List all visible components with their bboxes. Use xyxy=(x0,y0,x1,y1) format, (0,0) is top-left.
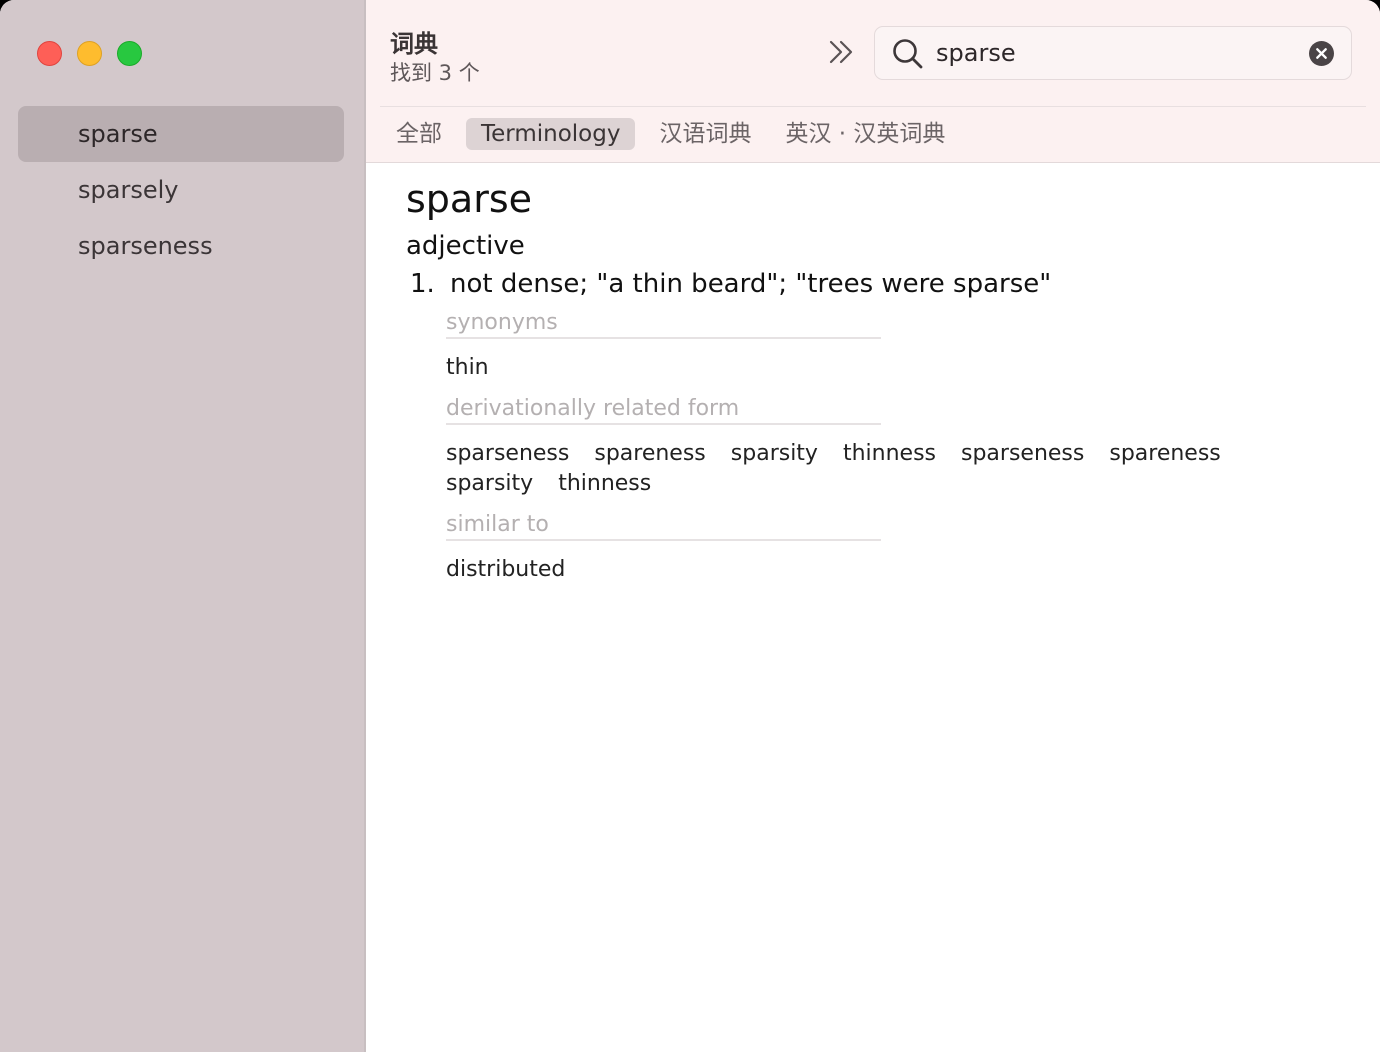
tab-english-chinese-dictionary[interactable]: 英汉 · 汉英词典 xyxy=(775,118,955,150)
related-form-link[interactable]: sparsity xyxy=(731,439,818,469)
synonyms-section: synonyms thin derivationally related for… xyxy=(446,309,1346,585)
zoom-window-button[interactable] xyxy=(117,41,142,66)
result-count: 找到 3 个 xyxy=(390,61,480,85)
minimize-window-button[interactable] xyxy=(77,41,102,66)
related-form-link[interactable]: thinness xyxy=(843,439,936,469)
related-form-link[interactable]: sparseness xyxy=(446,439,569,469)
part-of-speech: adjective xyxy=(406,231,525,261)
search-input[interactable] xyxy=(936,39,1296,67)
synonyms-list: thin xyxy=(446,353,1346,383)
definition-text: not dense; "a thin beard"; "trees were s… xyxy=(450,269,1052,299)
dictionary-tabs: 全部 Terminology 汉语词典 英汉 · 汉英词典 xyxy=(386,118,969,150)
headword: sparse xyxy=(406,177,533,221)
tab-all[interactable]: 全部 xyxy=(386,118,452,150)
related-form-link[interactable]: thinness xyxy=(558,469,651,499)
related-form-link[interactable]: spareness xyxy=(594,439,705,469)
sidebar-item-sparse[interactable]: sparse xyxy=(18,106,344,162)
related-forms-list: sparseness spareness sparsity thinness s… xyxy=(446,439,1286,499)
double-chevron-right-icon[interactable] xyxy=(826,36,858,68)
entry-content: sparse adjective 1. not dense; "a thin b… xyxy=(406,175,1346,597)
clear-circle-x-icon xyxy=(1316,48,1327,59)
similar-to-list: distributed xyxy=(446,555,1346,585)
sidebar-item-sparseness[interactable]: sparseness xyxy=(18,218,344,274)
similar-to-link[interactable]: distributed xyxy=(446,557,565,582)
close-window-button[interactable] xyxy=(37,41,62,66)
definition-number: 1. xyxy=(410,269,435,299)
related-form-link[interactable]: spareness xyxy=(1109,439,1220,469)
section-label: similar to xyxy=(446,511,881,541)
related-form-link[interactable]: sparsity xyxy=(446,469,533,499)
related-form-link[interactable]: sparseness xyxy=(961,439,1084,469)
clear-search-button[interactable] xyxy=(1309,41,1334,66)
magnifying-glass-icon xyxy=(893,39,923,69)
section-label: synonyms xyxy=(446,309,881,339)
results-list: sparse sparsely sparseness xyxy=(18,106,344,274)
section-label: derivationally related form xyxy=(446,395,881,425)
search-field[interactable] xyxy=(874,26,1352,80)
dictionary-window: sparse sparsely sparseness 词典 找到 3 个 spa… xyxy=(0,0,1380,1052)
sidebar-item-sparsely[interactable]: sparsely xyxy=(18,162,344,218)
header-separator xyxy=(380,106,1366,107)
synonym-link[interactable]: thin xyxy=(446,355,489,380)
sidebar: sparse sparsely sparseness xyxy=(0,0,364,1052)
toolbar: 词典 找到 3 个 全部 Terminology 汉语词典 英 xyxy=(366,0,1380,163)
window-title: 词典 xyxy=(390,30,438,58)
tab-terminology[interactable]: Terminology xyxy=(466,118,636,150)
tab-chinese-dictionary[interactable]: 汉语词典 xyxy=(649,118,761,150)
definition-row: 1. not dense; "a thin beard"; "trees wer… xyxy=(406,269,1346,299)
